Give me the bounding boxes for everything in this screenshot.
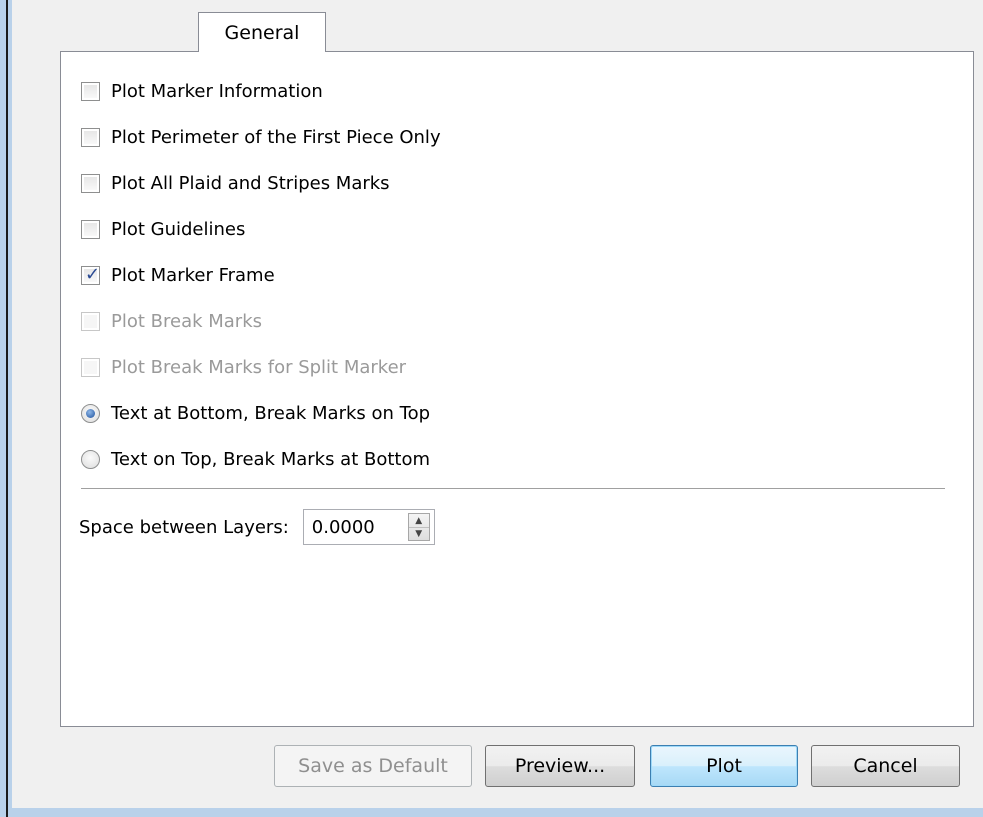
plot-marker-frame-checkbox[interactable]: ✓ [81, 263, 101, 285]
cancel-button[interactable]: Cancel [811, 745, 960, 787]
plot-perimeter-first-piece-option[interactable]: Plot Perimeter of the First Piece Only [81, 122, 441, 152]
space-between-layers-spinbox[interactable]: 0.0000 ▲ ▼ [302, 509, 435, 545]
plot-marker-frame-label: Plot Marker Frame [111, 264, 275, 286]
up-arrow-icon[interactable]: ▲ [408, 514, 429, 528]
plot-break-marks-split-label: Plot Break Marks for Split Marker [111, 356, 407, 378]
save-as-default-button: Save as Default [274, 745, 472, 787]
spin-buttons: ▲ ▼ [407, 513, 430, 541]
plot-marker-information-option[interactable]: Plot Marker Information [81, 76, 323, 106]
tab-general[interactable]: General [198, 12, 326, 52]
plot-plaid-stripes-checkbox[interactable] [81, 173, 100, 193]
text-bottom-radio-option[interactable]: Text at Bottom, Break Marks on Top [81, 398, 430, 428]
text-top-label: Text on Top, Break Marks at Bottom [111, 448, 431, 470]
space-between-layers-value[interactable]: 0.0000 [312, 517, 375, 538]
text-bottom-radio[interactable] [81, 403, 100, 423]
radio-selected-dot [86, 408, 95, 418]
general-tab-panel: Plot Marker Information Plot Perimeter o… [60, 51, 974, 727]
plot-marker-frame-option[interactable]: ✓ Plot Marker Frame [81, 260, 275, 290]
space-between-layers-row: Space between Layers: 0.0000 ▲ ▼ [79, 509, 435, 545]
plot-marker-information-checkbox[interactable] [81, 81, 100, 101]
plot-guidelines-option[interactable]: Plot Guidelines [81, 214, 245, 244]
plot-break-marks-split-checkbox [81, 357, 100, 377]
plot-break-marks-checkbox [81, 311, 100, 331]
plot-break-marks-label: Plot Break Marks [111, 310, 263, 332]
plot-marker-information-label: Plot Marker Information [111, 80, 323, 102]
plot-break-marks-option: Plot Break Marks [81, 306, 262, 336]
checkmark-icon: ✓ [85, 263, 101, 285]
separator [81, 488, 945, 489]
preview-button[interactable]: Preview... [485, 745, 635, 787]
tab-general-label: General [224, 21, 300, 44]
plot-plaid-stripes-label: Plot All Plaid and Stripes Marks [111, 172, 390, 194]
text-top-radio[interactable] [81, 449, 100, 469]
space-between-layers-label: Space between Layers: [79, 516, 289, 538]
plot-perimeter-first-piece-label: Plot Perimeter of the First Piece Only [111, 126, 441, 148]
text-bottom-label: Text at Bottom, Break Marks on Top [111, 402, 431, 424]
dialog-client-area: General Plot Marker Information Plot Per… [12, 0, 983, 808]
plot-guidelines-label: Plot Guidelines [111, 218, 246, 240]
plot-guidelines-checkbox[interactable] [81, 219, 100, 239]
down-arrow-icon[interactable]: ▼ [409, 527, 429, 540]
plot-plaid-stripes-option[interactable]: Plot All Plaid and Stripes Marks [81, 168, 390, 198]
plot-button[interactable]: Plot [650, 745, 798, 787]
plot-break-marks-split-option: Plot Break Marks for Split Marker [81, 352, 406, 382]
window-border [6, 0, 8, 817]
text-top-radio-option[interactable]: Text on Top, Break Marks at Bottom [81, 444, 430, 474]
plot-perimeter-first-piece-checkbox[interactable] [81, 127, 100, 147]
